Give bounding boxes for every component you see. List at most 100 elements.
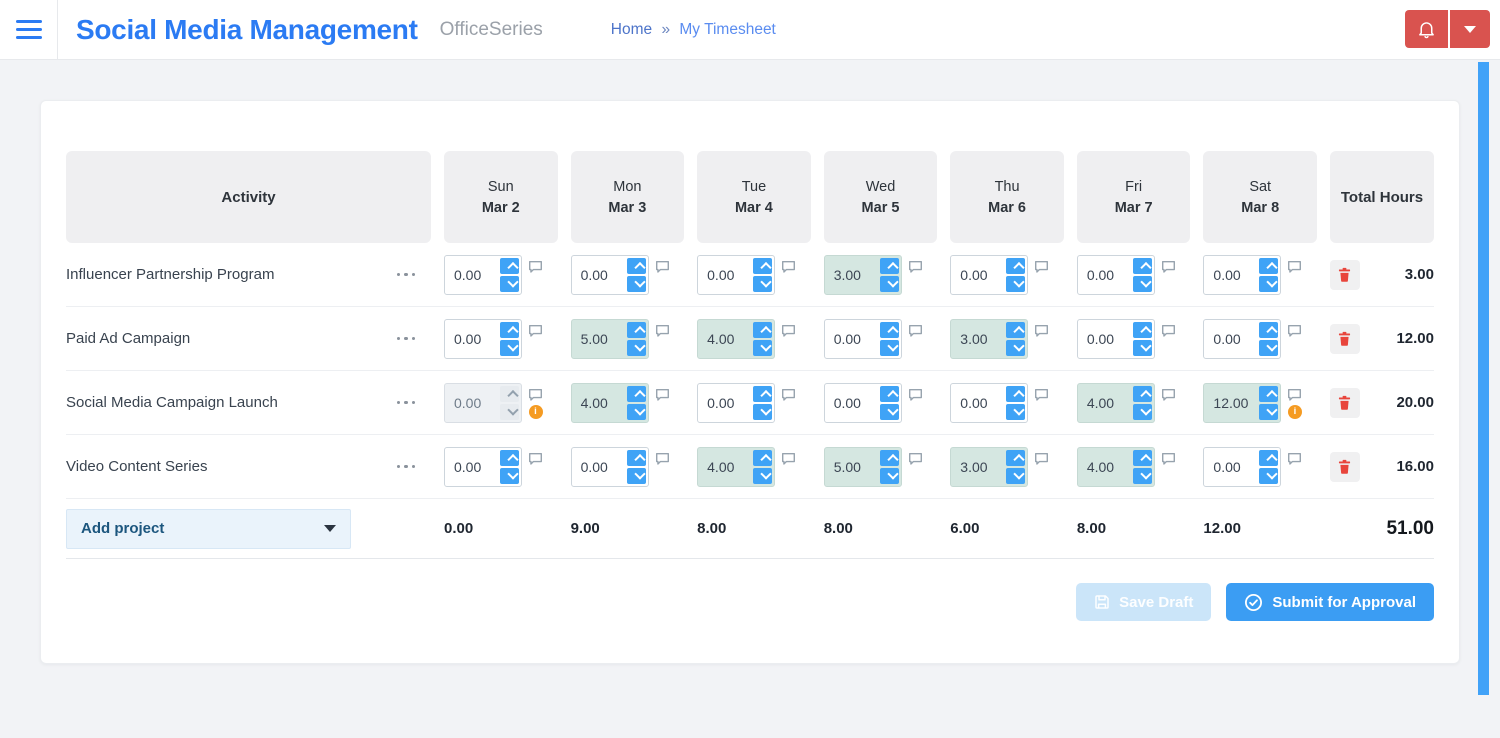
decrement-button[interactable] xyxy=(626,403,646,420)
comment-icon[interactable] xyxy=(528,260,543,274)
comment-icon[interactable] xyxy=(655,452,670,466)
decrement-button[interactable] xyxy=(1132,339,1152,356)
add-project-select[interactable]: Add project xyxy=(66,508,351,549)
hours-input[interactable]: 0.00 xyxy=(823,318,902,359)
hours-input[interactable]: 4.00 xyxy=(697,318,776,359)
comment-icon[interactable] xyxy=(655,388,670,402)
increment-button[interactable] xyxy=(626,385,646,402)
decrement-button[interactable] xyxy=(1259,275,1279,292)
notifications-button[interactable] xyxy=(1405,10,1448,48)
delete-row-button[interactable] xyxy=(1329,387,1360,418)
hours-input[interactable]: 0.00 xyxy=(444,254,522,295)
increment-button[interactable] xyxy=(753,449,773,466)
decrement-button[interactable] xyxy=(879,275,899,292)
comment-icon[interactable] xyxy=(1161,388,1176,402)
hours-input[interactable]: 0.00 xyxy=(570,446,649,487)
breadcrumb-current-link[interactable]: My Timesheet xyxy=(679,21,775,38)
increment-button[interactable] xyxy=(753,321,773,338)
comment-icon[interactable] xyxy=(528,388,543,402)
comment-icon[interactable] xyxy=(1034,324,1049,338)
comment-icon[interactable] xyxy=(1161,452,1176,466)
decrement-button[interactable] xyxy=(879,467,899,484)
breadcrumb-home-link[interactable]: Home xyxy=(611,21,652,38)
vertical-scrollbar[interactable] xyxy=(1478,62,1489,695)
increment-button[interactable] xyxy=(879,385,899,402)
hours-input[interactable]: 0.00 xyxy=(823,382,902,423)
increment-button[interactable] xyxy=(626,257,646,274)
decrement-button[interactable] xyxy=(879,403,899,420)
decrement-button[interactable] xyxy=(753,467,773,484)
increment-button[interactable] xyxy=(753,385,773,402)
hours-input[interactable]: 0.00 xyxy=(1203,446,1282,487)
increment-button[interactable] xyxy=(1132,321,1152,338)
increment-button[interactable] xyxy=(500,449,519,466)
decrement-button[interactable] xyxy=(500,275,519,292)
comment-icon[interactable] xyxy=(1287,388,1302,402)
row-menu-button[interactable] xyxy=(395,267,418,283)
increment-button[interactable] xyxy=(1006,385,1026,402)
decrement-button[interactable] xyxy=(1259,403,1279,420)
hours-input[interactable]: 0.00 xyxy=(950,254,1029,295)
hours-input[interactable]: 0.00 xyxy=(697,382,776,423)
hours-input[interactable]: 4.00 xyxy=(1076,446,1155,487)
increment-button[interactable] xyxy=(1259,321,1279,338)
increment-button[interactable] xyxy=(879,257,899,274)
comment-icon[interactable] xyxy=(1287,260,1302,274)
hours-input[interactable]: 0.00 xyxy=(1076,318,1155,359)
hours-input[interactable]: 0.00 xyxy=(1203,254,1282,295)
increment-button[interactable] xyxy=(1132,385,1152,402)
increment-button[interactable] xyxy=(1259,449,1279,466)
hamburger-menu-button[interactable] xyxy=(0,0,58,60)
decrement-button[interactable] xyxy=(1132,275,1152,292)
hours-input[interactable]: 4.00 xyxy=(570,382,649,423)
increment-button[interactable] xyxy=(500,321,519,338)
decrement-button[interactable] xyxy=(1259,339,1279,356)
comment-icon[interactable] xyxy=(1161,260,1176,274)
comment-icon[interactable] xyxy=(1287,324,1302,338)
row-menu-button[interactable] xyxy=(395,459,418,475)
hours-input[interactable]: 5.00 xyxy=(570,318,649,359)
hours-input[interactable]: 0.00 xyxy=(1076,254,1155,295)
comment-icon[interactable] xyxy=(781,452,796,466)
increment-button[interactable] xyxy=(1006,321,1026,338)
comment-icon[interactable] xyxy=(1034,452,1049,466)
submit-for-approval-button[interactable]: Submit for Approval xyxy=(1226,583,1434,621)
delete-row-button[interactable] xyxy=(1329,259,1360,290)
decrement-button[interactable] xyxy=(1006,467,1026,484)
decrement-button[interactable] xyxy=(500,403,519,420)
hours-input[interactable]: 0.00 xyxy=(444,446,522,487)
decrement-button[interactable] xyxy=(1259,467,1279,484)
row-menu-button[interactable] xyxy=(395,395,418,411)
hours-input[interactable]: 5.00 xyxy=(823,446,902,487)
comment-icon[interactable] xyxy=(908,260,923,274)
increment-button[interactable] xyxy=(500,257,519,274)
comment-icon[interactable] xyxy=(1034,388,1049,402)
increment-button[interactable] xyxy=(626,321,646,338)
increment-button[interactable] xyxy=(1132,257,1152,274)
delete-row-button[interactable] xyxy=(1329,451,1360,482)
increment-button[interactable] xyxy=(626,449,646,466)
delete-row-button[interactable] xyxy=(1329,323,1360,354)
decrement-button[interactable] xyxy=(753,275,773,292)
decrement-button[interactable] xyxy=(626,467,646,484)
hours-input[interactable]: 0.00 xyxy=(570,254,649,295)
increment-button[interactable] xyxy=(1006,257,1026,274)
hours-input[interactable]: 0.00 xyxy=(444,318,522,359)
decrement-button[interactable] xyxy=(1132,403,1152,420)
decrement-button[interactable] xyxy=(1006,275,1026,292)
decrement-button[interactable] xyxy=(500,339,519,356)
increment-button[interactable] xyxy=(1132,449,1152,466)
comment-icon[interactable] xyxy=(781,260,796,274)
decrement-button[interactable] xyxy=(626,339,646,356)
save-draft-button[interactable]: Save Draft xyxy=(1076,583,1212,621)
hours-input[interactable]: 0.00 xyxy=(950,382,1029,423)
hours-input[interactable]: 4.00 xyxy=(697,446,776,487)
comment-icon[interactable] xyxy=(1034,260,1049,274)
user-menu-button[interactable] xyxy=(1450,10,1490,48)
decrement-button[interactable] xyxy=(879,339,899,356)
increment-button[interactable] xyxy=(879,321,899,338)
decrement-button[interactable] xyxy=(1132,467,1152,484)
hours-input[interactable]: 3.00 xyxy=(823,254,902,295)
increment-button[interactable] xyxy=(1259,257,1279,274)
increment-button[interactable] xyxy=(1259,385,1279,402)
